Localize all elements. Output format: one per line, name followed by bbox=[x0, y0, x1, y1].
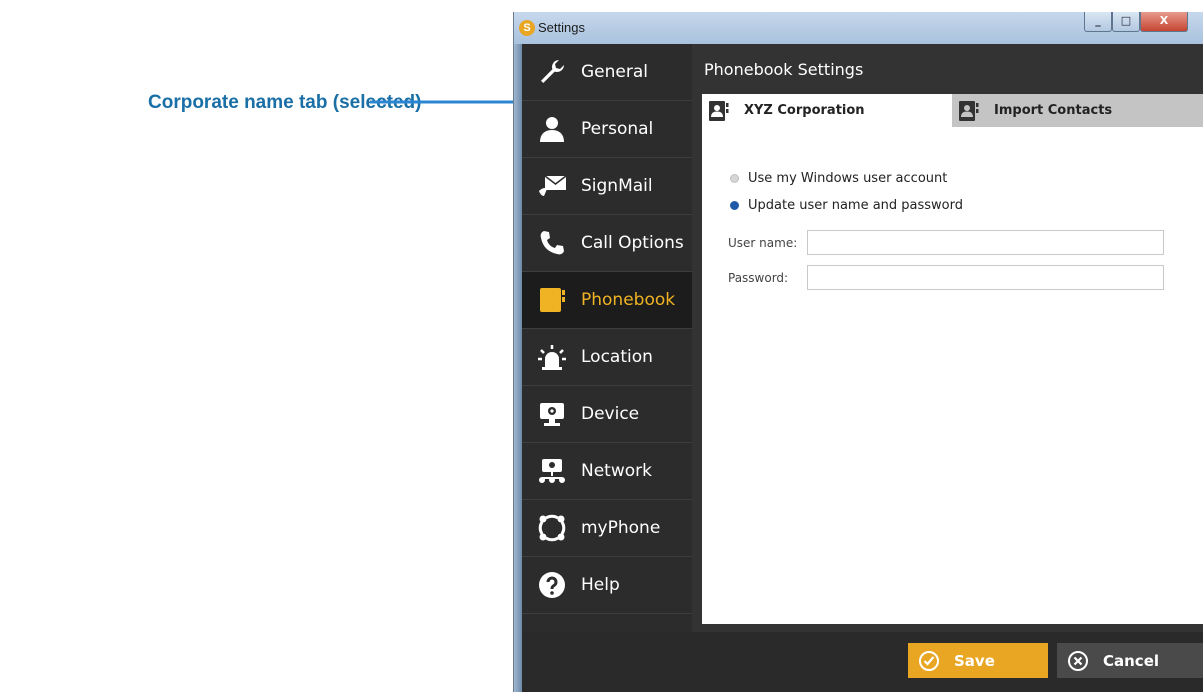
network-icon bbox=[537, 456, 567, 486]
minimize-button[interactable]: _ bbox=[1084, 12, 1112, 32]
radio-button[interactable] bbox=[730, 174, 739, 183]
sidebar-item-help[interactable]: Help bbox=[522, 557, 692, 614]
sidebar-item-label: Call Options bbox=[581, 233, 684, 253]
phonebook-icon bbox=[537, 285, 567, 315]
phonebook-icon bbox=[958, 100, 980, 122]
title-bar[interactable]: S Settings _ □ X bbox=[514, 12, 1203, 44]
phonebook-icon bbox=[708, 100, 730, 122]
tab-xyz-corporation[interactable]: XYZ Corporation bbox=[702, 94, 952, 127]
help-icon bbox=[537, 570, 567, 600]
app-logo: S bbox=[519, 20, 535, 36]
tab-label: XYZ Corporation bbox=[744, 103, 865, 118]
sidebar-item-device[interactable]: Device bbox=[522, 386, 692, 443]
sidebar-item-label: myPhone bbox=[581, 518, 661, 538]
radio-windows-account[interactable]: Use my Windows user account bbox=[730, 171, 947, 186]
maximize-button[interactable]: □ bbox=[1112, 12, 1140, 32]
sidebar-item-signmail[interactable]: SignMail bbox=[522, 158, 692, 215]
sidebar: General Personal SignMail Call Options P… bbox=[522, 44, 692, 632]
siren-icon bbox=[537, 342, 567, 372]
settings-window: S Settings _ □ X General Personal SignMa… bbox=[513, 12, 1203, 692]
sidebar-item-general[interactable]: General bbox=[522, 44, 692, 101]
username-field[interactable] bbox=[807, 230, 1164, 255]
cancel-button[interactable]: Cancel bbox=[1057, 643, 1203, 678]
radio-update-credentials[interactable]: Update user name and password bbox=[730, 198, 963, 213]
radio-label: Update user name and password bbox=[748, 198, 964, 213]
close-circle-icon bbox=[1067, 650, 1089, 672]
sidebar-item-myphone[interactable]: myPhone bbox=[522, 500, 692, 557]
window-title: Settings bbox=[538, 20, 585, 35]
cancel-label: Cancel bbox=[1103, 651, 1160, 670]
wrench-icon bbox=[537, 57, 567, 87]
sidebar-item-label: SignMail bbox=[581, 176, 653, 196]
myphone-icon bbox=[537, 513, 567, 543]
radio-button[interactable] bbox=[730, 201, 739, 210]
check-circle-icon bbox=[918, 650, 940, 672]
sidebar-item-phonebook[interactable]: Phonebook bbox=[522, 272, 692, 329]
tab-panel: Use my Windows user account Update user … bbox=[702, 127, 1203, 624]
username-label: User name: bbox=[728, 236, 798, 250]
window-frame-edge bbox=[514, 44, 522, 692]
device-icon bbox=[537, 399, 567, 429]
sidebar-item-label: Device bbox=[581, 404, 640, 424]
sidebar-item-label: Location bbox=[581, 347, 653, 367]
password-label: Password: bbox=[728, 271, 789, 285]
signmail-icon bbox=[537, 171, 567, 201]
save-button[interactable]: Save bbox=[908, 643, 1048, 678]
footer-bar: Save Cancel bbox=[522, 632, 1203, 692]
tab-label: Import Contacts bbox=[994, 103, 1113, 118]
person-icon bbox=[537, 114, 567, 144]
sidebar-item-label: Network bbox=[581, 461, 652, 481]
radio-label: Use my Windows user account bbox=[748, 171, 948, 186]
sidebar-item-label: Help bbox=[581, 575, 620, 595]
save-label: Save bbox=[954, 651, 995, 670]
sidebar-item-label: Phonebook bbox=[581, 290, 676, 310]
sidebar-item-label: Personal bbox=[581, 119, 654, 139]
content-area: Phonebook Settings XYZ Corporation Impor… bbox=[692, 44, 1203, 632]
sidebar-item-location[interactable]: Location bbox=[522, 329, 692, 386]
sidebar-item-network[interactable]: Network bbox=[522, 443, 692, 500]
sidebar-item-personal[interactable]: Personal bbox=[522, 101, 692, 158]
password-field[interactable] bbox=[807, 265, 1164, 290]
page-title: Phonebook Settings bbox=[704, 60, 864, 79]
screen: Corporate name tab (selected) S Settings… bbox=[0, 0, 1203, 692]
phone-wrench-icon bbox=[537, 228, 567, 258]
sidebar-item-label: General bbox=[581, 62, 648, 82]
sidebar-item-call-options[interactable]: Call Options bbox=[522, 215, 692, 272]
tab-bar: XYZ Corporation Import Contacts bbox=[702, 94, 1203, 127]
tab-import-contacts[interactable]: Import Contacts bbox=[952, 94, 1203, 127]
close-button[interactable]: X bbox=[1140, 12, 1188, 32]
